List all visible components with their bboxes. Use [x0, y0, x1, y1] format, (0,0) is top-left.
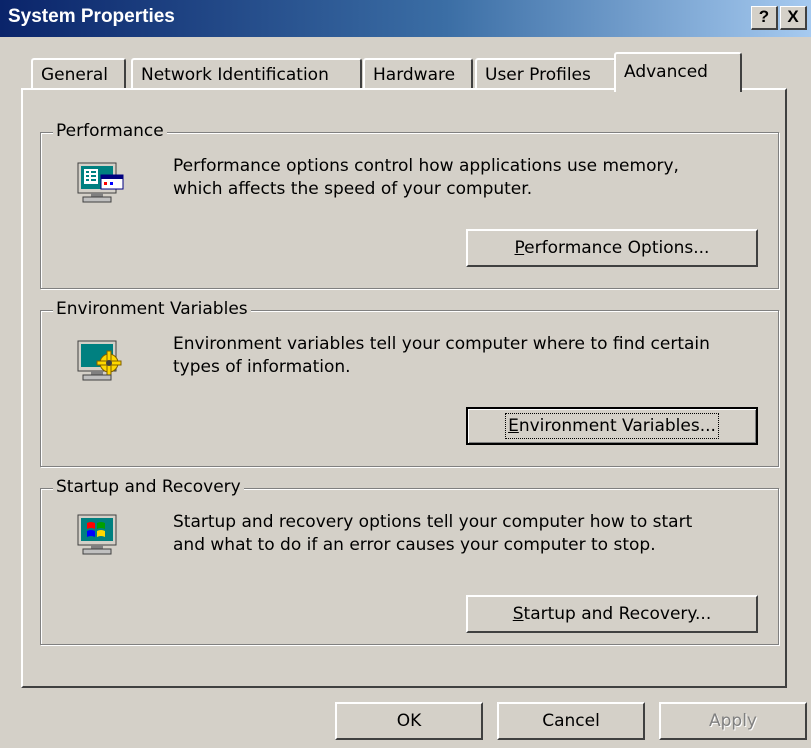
title-bar[interactable]: System Properties ? X: [0, 0, 811, 37]
apply-button[interactable]: Apply: [659, 702, 807, 740]
environment-variables-description-line: types of information.: [173, 357, 351, 377]
environment-variables-button[interactable]: Environment Variables...: [466, 407, 758, 445]
monitor-gear-icon: [77, 339, 127, 392]
monitor-windows-icon: [77, 513, 127, 566]
tab-advanced[interactable]: Advanced: [614, 52, 742, 92]
tab-network-identification[interactable]: Network Identification: [131, 58, 362, 90]
performance-options-button[interactable]: Performance Options...: [466, 229, 758, 267]
performance-options-label: erformance Options...: [524, 238, 710, 258]
startup-recovery-description: Startup and recovery options tell your c…: [173, 511, 692, 557]
startup-recovery-description-line: Startup and recovery options tell your c…: [173, 512, 693, 532]
monitor-performance-icon: [77, 161, 127, 214]
performance-description-line: which affects the speed of your computer…: [173, 179, 533, 199]
ok-button[interactable]: OK: [335, 702, 483, 740]
close-button[interactable]: X: [780, 6, 807, 30]
cancel-button[interactable]: Cancel: [497, 702, 645, 740]
performance-group: Performance Performance options control …: [40, 121, 779, 289]
startup-recovery-button[interactable]: Startup and Recovery...: [466, 595, 758, 633]
environment-variables-description-line: Environment variables tell your computer…: [173, 334, 710, 354]
performance-description-line: Performance options control how applicat…: [173, 156, 679, 176]
environment-variables-label: nvironment Variables...: [518, 416, 716, 436]
tab-hardware[interactable]: Hardware: [363, 58, 473, 90]
environment-variables-mnemonic: E: [508, 416, 519, 436]
startup-recovery-description-line: and what to do if an error causes your c…: [173, 535, 656, 555]
startup-recovery-label: tartup and Recovery...: [523, 604, 712, 624]
startup-recovery-group: Startup and Recovery Startup and recover…: [40, 477, 779, 645]
performance-options-mnemonic: P: [514, 238, 525, 258]
performance-group-label: Performance: [53, 121, 167, 141]
focus-ring: Environment Variables...: [505, 413, 719, 439]
tab-general[interactable]: General: [31, 58, 126, 90]
system-properties-window: System Properties ? X General Network Id…: [0, 0, 811, 748]
environment-variables-group-label: Environment Variables: [53, 299, 251, 319]
performance-description: Performance options control how applicat…: [173, 155, 679, 201]
startup-recovery-mnemonic: S: [512, 604, 524, 624]
window-title: System Properties: [8, 6, 175, 27]
startup-recovery-group-label: Startup and Recovery: [53, 477, 244, 497]
help-button[interactable]: ?: [751, 6, 778, 30]
environment-variables-description: Environment variables tell your computer…: [173, 333, 710, 379]
tab-user-profiles[interactable]: User Profiles: [475, 58, 616, 90]
environment-variables-group: Environment Variables Environment variab…: [40, 299, 779, 467]
